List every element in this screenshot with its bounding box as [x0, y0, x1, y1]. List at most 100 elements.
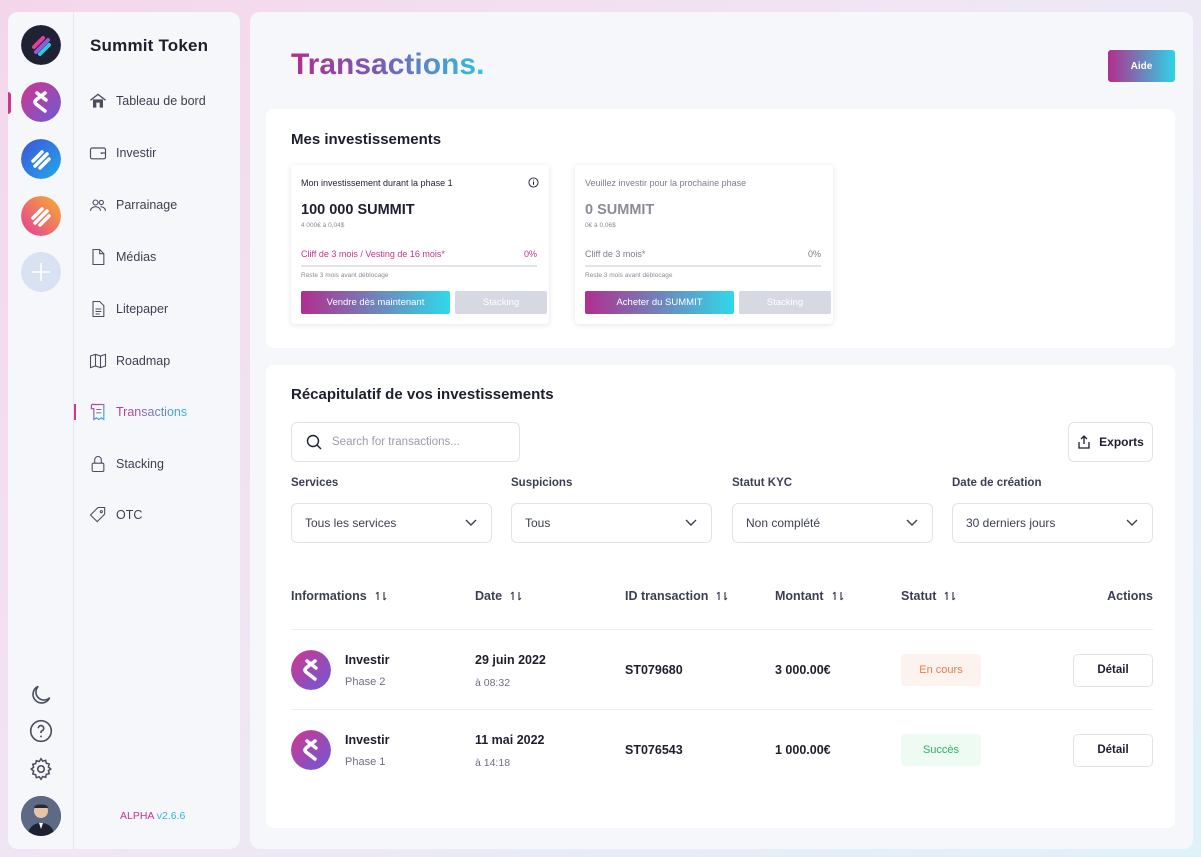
transaction-amount: 1 000.00€	[775, 743, 831, 757]
vesting-progress-bar	[301, 265, 537, 267]
add-app-button[interactable]	[21, 252, 61, 292]
column-header-amount[interactable]: Montant	[775, 589, 844, 603]
summary-title: Récapitulatif de vos investissements	[291, 386, 554, 403]
transaction-phase: Phase 1	[345, 756, 386, 768]
column-header-actions: Actions	[1107, 589, 1153, 603]
nav-item-dashboard[interactable]: Tableau de bord	[88, 90, 206, 112]
map-icon	[89, 353, 107, 369]
nav-panel: Summit Token Tableau de bord Investir Pa…	[74, 12, 240, 849]
vesting-label: Cliff de 3 mois*	[585, 249, 646, 259]
investments-card: Mes investissements Mon investissement d…	[266, 109, 1175, 348]
nav-label: Transactions	[116, 405, 188, 419]
help-circle-icon[interactable]	[28, 718, 54, 744]
user-avatar[interactable]	[21, 796, 61, 836]
info-icon[interactable]	[528, 177, 539, 188]
nav-item-roadmap[interactable]: Roadmap	[88, 350, 170, 372]
investment-card-header: Mon investissement durant la phase 1	[301, 178, 453, 188]
creation-date-select[interactable]: 30 derniers jours	[952, 503, 1153, 543]
lock-icon	[91, 456, 105, 473]
transaction-avatar	[291, 730, 331, 770]
app-switcher-orange[interactable]	[21, 196, 61, 236]
app-switcher-blue[interactable]	[21, 139, 61, 179]
filter-label-date: Date de création	[952, 477, 1042, 489]
stacking-button[interactable]: Stacking	[739, 291, 831, 314]
column-header-id[interactable]: ID transaction	[625, 589, 728, 603]
nav-item-medias[interactable]: Médias	[88, 246, 156, 268]
column-header-status[interactable]: Statut	[901, 589, 956, 603]
gear-icon[interactable]	[28, 756, 54, 782]
chevron-down-icon	[1126, 519, 1138, 526]
kyc-status-select[interactable]: Non complété	[732, 503, 933, 543]
next-phase-card: Veuillez investir pour la prochaine phas…	[575, 165, 833, 324]
investment-rate: 0€ à 0,06$	[585, 222, 616, 229]
services-select[interactable]: Tous les services	[291, 503, 492, 543]
sort-icon	[832, 591, 844, 601]
detail-button[interactable]: Détail	[1073, 734, 1153, 767]
nav-item-transactions[interactable]: Transactions	[88, 401, 187, 423]
unlock-remaining: Reste 3 mois avant déblocage	[301, 272, 389, 279]
share-icon	[1078, 435, 1090, 449]
nav-label: Roadmap	[116, 354, 171, 368]
version-label: ALPHA v2.6.6	[120, 810, 185, 822]
nav-label: Tableau de bord	[116, 94, 206, 108]
nav-item-litepaper[interactable]: Litepaper	[88, 298, 168, 320]
search-icon	[306, 434, 322, 450]
investment-amount: 0 SUMMIT	[585, 202, 655, 218]
page-title: Transactions.	[291, 48, 485, 81]
chevron-down-icon	[685, 519, 697, 526]
nav-label: Médias	[116, 250, 157, 264]
table-row: Investir Phase 1 11 mai 2022 à 14:18 ST0…	[266, 710, 1175, 790]
nav-label: Investir	[116, 146, 157, 160]
nav-active-indicator	[74, 404, 76, 420]
search-input[interactable]	[332, 436, 502, 448]
sort-icon	[716, 591, 728, 601]
investment-amount: 100 000 SUMMIT	[301, 202, 415, 218]
investment-rate: 4 000€ à 0,04$	[301, 222, 345, 229]
column-label: Informations	[291, 589, 367, 603]
users-icon	[89, 199, 107, 211]
app-switcher-summit-token[interactable]	[21, 82, 61, 122]
detail-button[interactable]: Détail	[1073, 654, 1153, 687]
transaction-time: à 08:32	[475, 677, 511, 689]
exports-label: Exports	[1099, 435, 1144, 449]
status-badge: En cours	[901, 654, 981, 686]
nav-item-otc[interactable]: OTC	[88, 504, 142, 526]
chevron-down-icon	[465, 519, 477, 526]
app-frame: Summit Token Tableau de bord Investir Pa…	[8, 12, 1193, 849]
tag-icon	[89, 506, 106, 523]
search-box[interactable]	[291, 422, 520, 462]
version-number: v2.6.6	[156, 810, 186, 822]
receipt-icon	[90, 403, 105, 421]
summary-card: Récapitulatif de vos investissements Exp…	[266, 365, 1175, 828]
nav-item-investir[interactable]: Investir	[88, 142, 156, 164]
nav-item-stacking[interactable]: Stacking	[88, 453, 164, 475]
transaction-date: 11 mai 2022	[475, 733, 545, 747]
vesting-label: Cliff de 3 mois / Vesting de 16 mois*	[301, 249, 445, 259]
help-button[interactable]: Aide	[1108, 50, 1175, 82]
home-icon	[90, 93, 106, 108]
app-rail	[8, 12, 74, 849]
transaction-id: ST076543	[625, 743, 683, 757]
stacking-button[interactable]: Stacking	[455, 291, 547, 314]
version-prefix: ALPHA	[120, 810, 154, 822]
suspicions-select[interactable]: Tous	[511, 503, 712, 543]
moon-icon[interactable]	[28, 682, 54, 708]
select-value: 30 derniers jours	[966, 516, 1056, 530]
nav-label: Litepaper	[116, 302, 169, 316]
sort-icon	[944, 591, 956, 601]
chevron-down-icon	[906, 519, 918, 526]
column-label: Montant	[775, 589, 824, 603]
buy-summit-button[interactable]: Acheter du SUMMIT	[585, 291, 734, 314]
sell-now-button[interactable]: Vendre dès maintenant	[301, 291, 450, 314]
transaction-id: ST079680	[625, 663, 683, 677]
column-header-date[interactable]: Date	[475, 589, 522, 603]
column-label: Date	[475, 589, 503, 603]
file-text-icon	[92, 300, 105, 318]
app-switcher-summit-dark[interactable]	[21, 25, 61, 65]
sidebar: Summit Token Tableau de bord Investir Pa…	[8, 12, 240, 849]
nav-label: Stacking	[116, 457, 164, 471]
exports-button[interactable]: Exports	[1068, 422, 1153, 462]
nav-item-parrainage[interactable]: Parrainage	[88, 194, 177, 216]
column-header-informations[interactable]: Informations	[291, 589, 387, 603]
nav-label: Parrainage	[116, 198, 178, 212]
